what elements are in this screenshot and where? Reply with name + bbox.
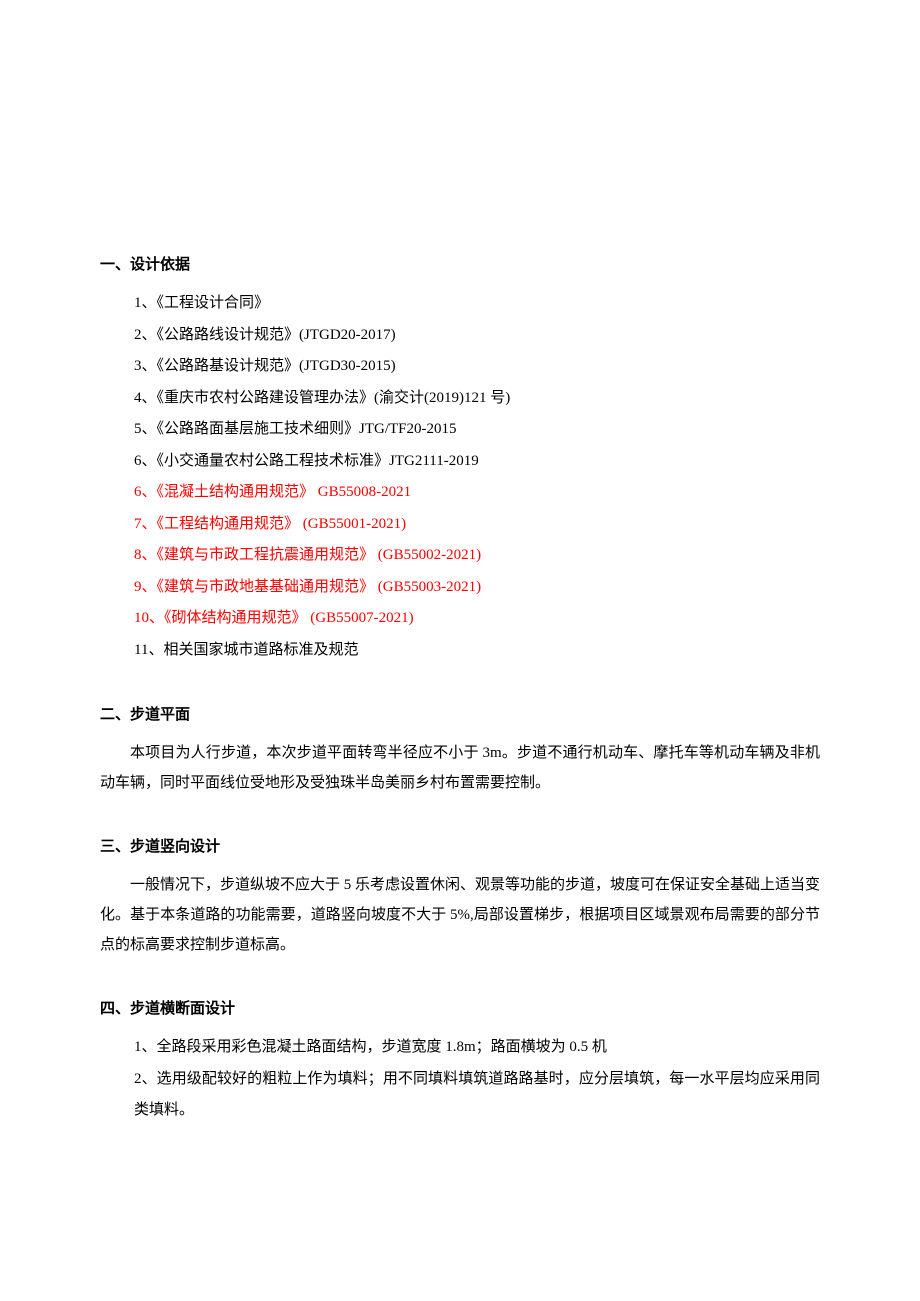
list-item-highlighted: 8、《建筑与市政工程抗震通用规范》 (GB55002-2021) — [100, 540, 820, 572]
section-heading-2: 二、步道平面 — [100, 700, 820, 730]
paragraph: 本项目为人行步道，本次步道平面转弯半径应不小于 3m。步道不通行机动车、摩托车等… — [100, 738, 820, 798]
list-item: 4、《重庆市农村公路建设管理办法》(渝交计(2019)121 号) — [100, 383, 820, 415]
list-item: 6、《小交通量农村公路工程技术标准》JTG2111-2019 — [100, 446, 820, 478]
list-item: 1、全路段采用彩色混凝土路面结构，步道宽度 1.8m；路面横坡为 0.5 机 — [100, 1032, 820, 1064]
section-heading-1: 一、设计依据 — [100, 250, 820, 280]
list-item: 11、相关国家城市道路标准及规范 — [100, 635, 820, 667]
list-item: 2、《公路路线设计规范》(JTGD20-2017) — [100, 320, 820, 352]
list-item: 1、《工程设计合同》 — [100, 288, 820, 320]
section-heading-4: 四、步道横断面设计 — [100, 994, 820, 1024]
list-item-highlighted: 10、《砌体结构通用规范》 (GB55007-2021) — [100, 603, 820, 635]
paragraph: 一般情况下，步道纵坡不应大于 5 乐考虑设置休闲、观景等功能的步道，坡度可在保证… — [100, 870, 820, 960]
section-heading-3: 三、步道竖向设计 — [100, 832, 820, 862]
list-item: 5、《公路路面基层施工技术细则》JTG/TF20-2015 — [100, 414, 820, 446]
list-item-highlighted: 9、《建筑与市政地基基础通用规范》 (GB55003-2021) — [100, 572, 820, 604]
list-item-highlighted: 7、《工程结构通用规范》 (GB55001-2021) — [100, 509, 820, 541]
list-item: 2、选用级配较好的粗粒上作为填料；用不同填料填筑道路路基时，应分层填筑，每一水平… — [100, 1064, 820, 1127]
list-item-highlighted: 6、《混凝土结构通用规范》 GB55008-2021 — [100, 477, 820, 509]
list-item: 3、《公路路基设计规范》(JTGD30-2015) — [100, 351, 820, 383]
